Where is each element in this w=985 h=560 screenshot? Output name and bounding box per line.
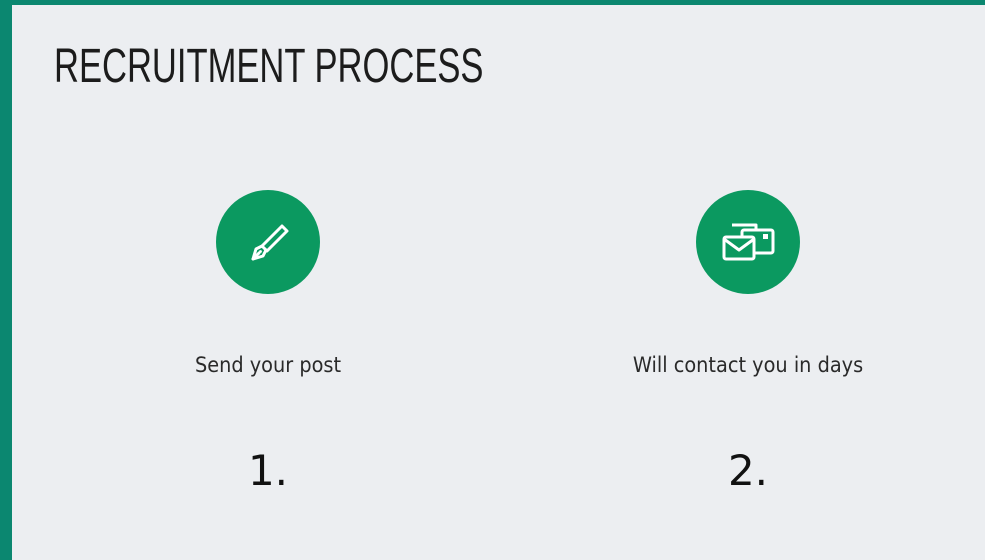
section-title: RECRUITMENT PROCESS [54,40,484,93]
step-1-number: 1. [247,446,289,495]
pen-icon [242,216,294,268]
recruitment-process-section: RECRUITMENT PROCESS Send your post 1. Wi… [12,5,985,560]
mail-icon [716,215,780,269]
step-1-icon-circle [216,190,320,294]
step-2-number: 2. [727,446,769,495]
step-1: Send your post 1. [108,190,428,496]
step-2-icon-circle [696,190,800,294]
step-2: Will contact you in days 2. [588,190,908,496]
step-2-label: Will contact you in days [632,353,864,377]
step-1-label: Send your post [194,353,342,377]
